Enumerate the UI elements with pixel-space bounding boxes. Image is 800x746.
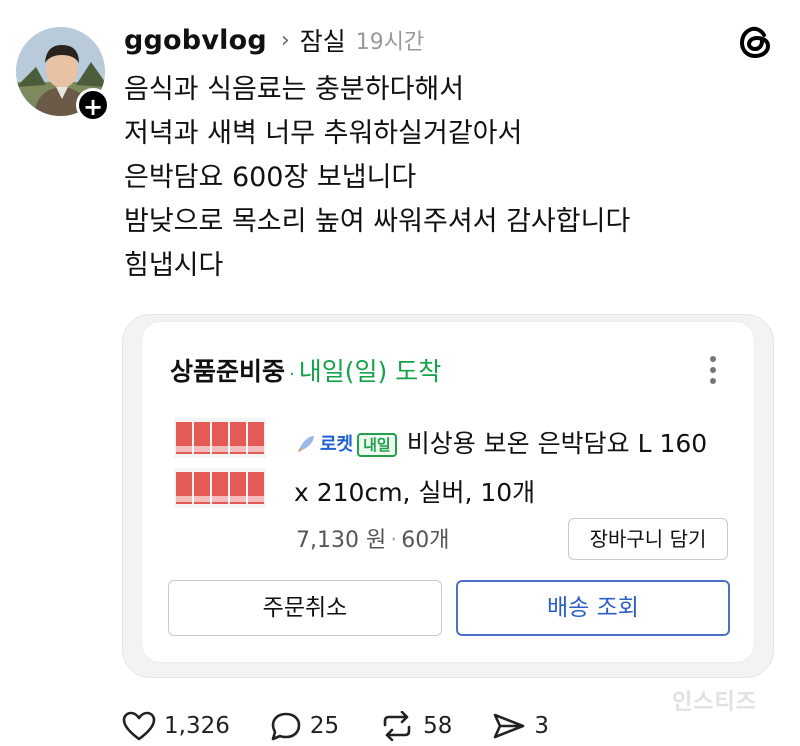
watermark: 인스티즈 xyxy=(672,690,757,715)
rocket-label: 로켓 xyxy=(320,434,354,455)
product-name-line1: 비상용 보온 은박담요 L 160 xyxy=(406,429,708,458)
more-vertical-icon[interactable] xyxy=(710,356,718,389)
post-header: ggobvlog › 잠실 19시간 xyxy=(124,22,424,58)
comment-button[interactable]: 25 xyxy=(270,711,339,741)
product-thumbnail[interactable] xyxy=(174,418,266,514)
status-main: 상품준비중 xyxy=(170,357,286,386)
status-eta: 내일(일) 도착 xyxy=(298,357,442,386)
product-info[interactable]: 로켓 내일 비상용 보온 은박담요 L 160 x 210cm, 실버, 10개 xyxy=(294,420,734,517)
price-row: 7,130 원 · 60개 xyxy=(296,522,449,554)
send-icon xyxy=(494,713,525,739)
cancel-order-button[interactable]: 주문취소 xyxy=(168,580,442,636)
order-card: 상품준비중 · 내일(일) 도착 로켓 내일 비상용 보온 은박담요 L 160 x 2… xyxy=(142,322,754,662)
post-line: 은박담요 600장 보냅니다 xyxy=(124,162,417,193)
add-to-cart-button[interactable]: 장바구니 담기 xyxy=(568,518,728,560)
topic-tag[interactable]: 잠실 xyxy=(300,22,346,58)
product-name-line2: x 210cm, 실버, 10개 xyxy=(294,478,536,507)
like-button[interactable]: 1,326 xyxy=(122,711,230,741)
post-body: 음식과 식음료는 충분하다해서 저녁과 새벽 너무 추워하실거같아서 은박담요 … xyxy=(124,68,630,288)
like-count: 1,326 xyxy=(164,713,230,739)
action-bar: 1,326 25 58 3 xyxy=(122,706,589,746)
repost-count: 58 xyxy=(423,713,453,739)
rocket-icon xyxy=(298,436,314,452)
share-count: 3 xyxy=(534,713,550,739)
repost-button[interactable]: 58 xyxy=(379,711,452,741)
post-line: 저녁과 새벽 너무 추워하실거같아서 xyxy=(124,118,523,149)
post-time: 19시간 xyxy=(355,30,425,55)
post-line: 음식과 식음료는 충분하다해서 xyxy=(124,74,465,105)
heart-icon xyxy=(122,711,156,741)
repost-icon xyxy=(383,711,411,741)
tomorrow-badge: 내일 xyxy=(357,433,397,457)
post-line: 밤낮으로 목소리 높여 싸워주셔서 감사합니다 xyxy=(124,206,631,237)
quantity: 60개 xyxy=(401,528,450,553)
comment-count: 25 xyxy=(309,713,340,739)
track-delivery-button[interactable]: 배송 조회 xyxy=(456,580,730,636)
order-status: 상품준비중 · 내일(일) 도착 xyxy=(170,352,441,388)
username[interactable]: ggobvlog xyxy=(124,25,267,56)
follow-plus-icon[interactable]: + xyxy=(76,88,110,122)
comment-icon xyxy=(271,712,301,741)
share-button[interactable]: 3 xyxy=(492,711,549,741)
status-dot: · xyxy=(289,364,295,385)
price: 7,130 원 xyxy=(296,528,387,553)
price-separator: · xyxy=(390,528,398,553)
threads-logo-icon[interactable] xyxy=(736,22,776,62)
chevron-right-icon: › xyxy=(280,27,290,53)
post-line: 힘냅시다 xyxy=(124,250,224,281)
